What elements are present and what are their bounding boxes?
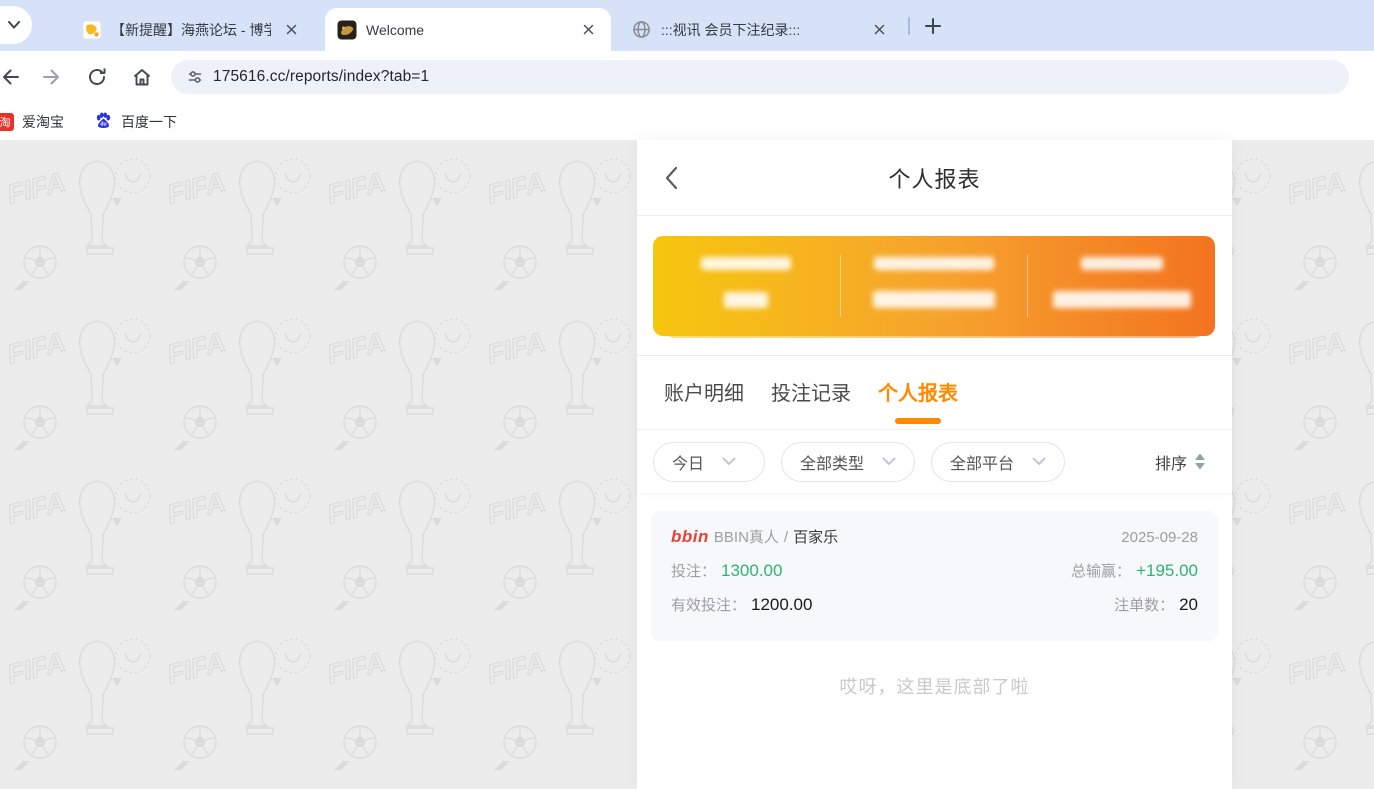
tab-account-details[interactable]: 账户明细 <box>664 377 744 408</box>
sort-label: 排序 <box>1155 450 1187 474</box>
tab-bet-records[interactable]: 投注记录 <box>771 377 851 408</box>
summary-card <box>653 236 1215 336</box>
forward-arrow-icon <box>41 66 63 88</box>
tab-divider <box>908 17 910 35</box>
plus-icon <box>924 17 942 35</box>
summary-column <box>841 236 1028 336</box>
forum-favicon-icon <box>82 20 102 40</box>
game-type-select[interactable]: 全部类型 <box>781 442 915 482</box>
redacted-label <box>701 257 791 270</box>
bottom-hint-text: 哎呀，这里是底部了啦 <box>637 673 1232 699</box>
sort-button[interactable]: 排序 <box>1155 450 1206 474</box>
report-nav-tabs: 账户明细 投注记录 个人报表 <box>637 356 1232 430</box>
welcome-favicon-icon <box>337 20 357 40</box>
browser-window: 【新提醒】海燕论坛 - 博学交流 Welcome :::视讯 会员下注纪录::: <box>0 0 1374 789</box>
bet-value: 1300.00 <box>721 561 782 581</box>
chevron-down-icon <box>1032 457 1046 466</box>
close-tab-icon[interactable] <box>868 19 890 41</box>
report-panel: 个人报表 <box>637 140 1232 789</box>
browser-tab-records[interactable]: :::视讯 会员下注纪录::: <box>620 8 902 51</box>
redacted-label <box>1081 257 1163 270</box>
page-content: FIFA <box>0 140 1374 789</box>
redacted-value <box>724 292 768 308</box>
taobao-icon: 淘 <box>0 113 14 131</box>
redacted-value <box>1053 291 1191 308</box>
bookmark-taobao[interactable]: 淘 爱淘宝 <box>2 112 64 132</box>
orders-value: 20 <box>1179 595 1198 615</box>
page-title: 个人报表 <box>888 162 980 194</box>
platform-value: 全部平台 <box>950 450 1014 474</box>
bookmark-baidu[interactable]: du 百度一下 <box>94 111 177 133</box>
sort-arrows-icon <box>1194 453 1206 470</box>
bookmark-label: 百度一下 <box>121 112 177 132</box>
bookmark-label: 爱淘宝 <box>22 112 64 132</box>
home-icon <box>131 66 153 88</box>
bookmarks-bar: 淘 爱淘宝 du 百度一下 <box>0 103 1374 140</box>
url-text: 175616.cc/reports/index?tab=1 <box>213 68 429 86</box>
chevron-down-icon <box>882 457 896 466</box>
summary-column <box>1028 236 1215 336</box>
tab-title: 【新提醒】海燕论坛 - 博学交流 <box>111 20 271 40</box>
winloss-value: +195.00 <box>1136 561 1198 581</box>
date-range-value: 今日 <box>672 450 704 474</box>
address-bar[interactable]: 175616.cc/reports/index?tab=1 <box>171 60 1349 94</box>
svg-text:du: du <box>100 121 106 127</box>
browser-toolbar: 175616.cc/reports/index?tab=1 <box>0 51 1374 103</box>
baidu-paw-icon: du <box>94 111 113 133</box>
tab-personal-report[interactable]: 个人报表 <box>878 377 958 408</box>
game-name: 百家乐 <box>793 526 838 547</box>
filter-bar: 今日 全部类型 全部平台 排序 <box>637 430 1232 493</box>
game-type-value: 全部类型 <box>800 450 864 474</box>
back-button[interactable] <box>0 60 27 94</box>
platform-select[interactable]: 全部平台 <box>931 442 1065 482</box>
record-title-row: bbin BBIN真人 / 百家乐 2025-09-28 <box>671 526 1198 547</box>
back-arrow-icon <box>0 66 21 88</box>
provider-name: BBIN真人 <box>714 526 779 547</box>
tab-list-button[interactable] <box>0 6 32 44</box>
home-button[interactable] <box>125 60 159 94</box>
valid-bet-label: 有效投注： <box>671 594 746 615</box>
winloss-label: 总输赢： <box>1071 560 1131 581</box>
active-tab-underline <box>895 418 941 424</box>
record-bet-row: 投注： 1300.00 总输赢： +195.00 <box>671 560 1198 581</box>
bbin-logo: bbin <box>671 527 709 547</box>
site-settings-icon <box>187 69 203 85</box>
date-range-select[interactable]: 今日 <box>653 442 765 482</box>
tab-label: 个人报表 <box>878 383 958 405</box>
chevron-left-icon <box>665 166 678 190</box>
orders-label: 注单数： <box>1114 594 1174 615</box>
report-record-card[interactable]: bbin BBIN真人 / 百家乐 2025-09-28 投注： 1300.00… <box>651 511 1218 641</box>
reload-icon <box>86 66 108 88</box>
bet-label: 投注： <box>671 560 716 581</box>
close-tab-icon[interactable] <box>577 19 599 41</box>
browser-tab-welcome[interactable]: Welcome <box>325 8 611 51</box>
globe-favicon-icon <box>632 20 652 40</box>
tab-title: :::视讯 会员下注纪录::: <box>661 20 859 40</box>
back-chevron-button[interactable] <box>665 166 681 190</box>
redacted-value <box>873 291 995 308</box>
report-header: 个人报表 <box>637 140 1232 216</box>
close-tab-icon[interactable] <box>280 19 302 41</box>
reload-button[interactable] <box>80 60 114 94</box>
record-date: 2025-09-28 <box>1121 529 1198 546</box>
separator: / <box>784 529 788 546</box>
summary-column <box>653 236 840 336</box>
summary-section <box>637 216 1232 356</box>
record-valid-row: 有效投注： 1200.00 注单数： 20 <box>671 594 1198 615</box>
tab-strip: 【新提醒】海燕论坛 - 博学交流 Welcome :::视讯 会员下注纪录::: <box>0 0 1374 51</box>
chevron-down-icon <box>8 21 20 29</box>
chevron-down-icon <box>722 457 736 466</box>
redacted-label <box>874 257 994 270</box>
new-tab-button[interactable] <box>920 13 946 39</box>
tab-title: Welcome <box>366 22 568 38</box>
browser-tab-forum[interactable]: 【新提醒】海燕论坛 - 博学交流 <box>32 8 314 51</box>
forward-button[interactable] <box>35 60 69 94</box>
valid-bet-value: 1200.00 <box>751 595 812 615</box>
